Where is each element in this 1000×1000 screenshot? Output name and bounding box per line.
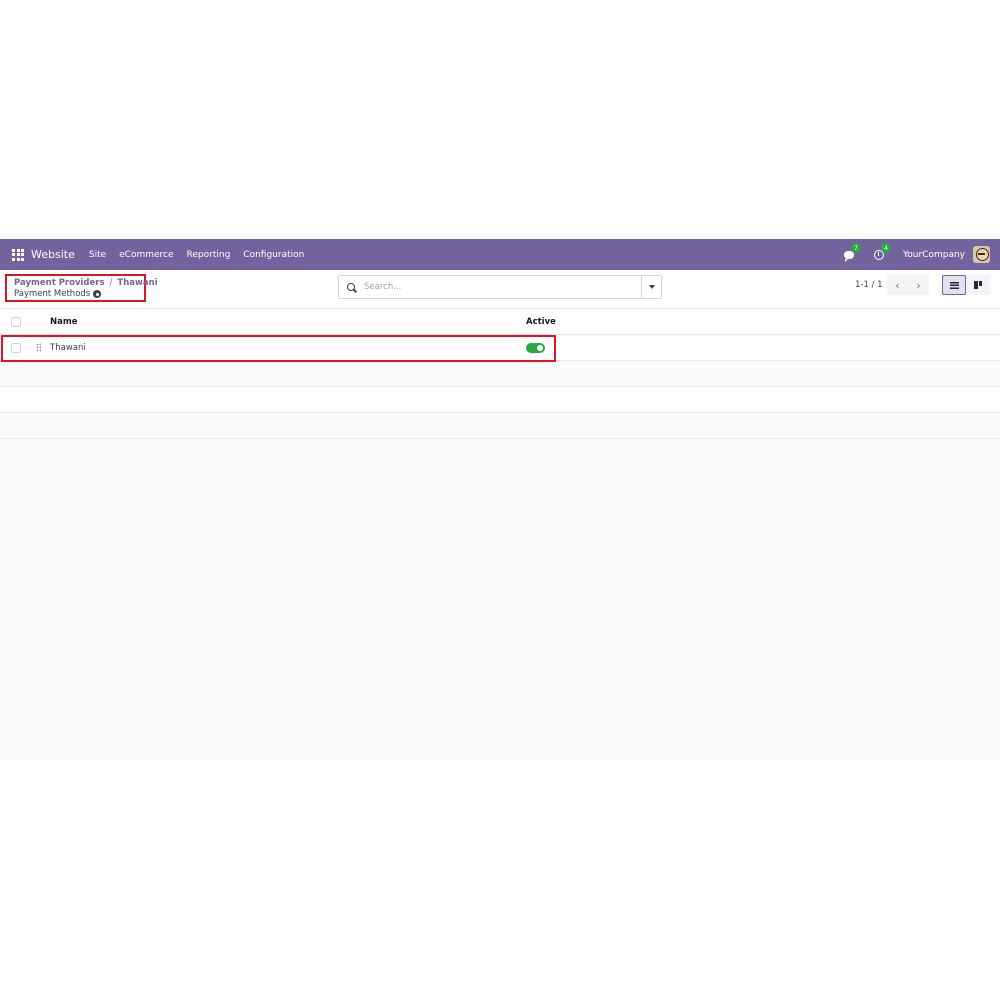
- page-title: Payment Methods: [14, 289, 137, 299]
- systray: 7 4 YourCompany: [843, 239, 990, 270]
- search-options-toggle[interactable]: [641, 276, 661, 298]
- caret-down-icon: [648, 285, 655, 289]
- breadcrumb-separator: /: [109, 278, 113, 288]
- kanban-view-button[interactable]: [966, 275, 990, 295]
- menu-item-ecommerce[interactable]: eCommerce: [119, 250, 173, 260]
- list-view: Name Active Thawani: [0, 309, 1000, 439]
- empty-row: [0, 413, 1000, 439]
- active-toggle[interactable]: [526, 343, 545, 353]
- empty-row: [0, 361, 1000, 387]
- page-title-text: Payment Methods: [14, 289, 91, 299]
- messages-badge: 7: [850, 242, 861, 253]
- search-icon: [347, 282, 356, 292]
- control-panel: Payment Providers / Thawani Payment Meth…: [0, 270, 1000, 309]
- list-view-button[interactable]: [942, 275, 966, 295]
- breadcrumb-item-thawani[interactable]: Thawani: [117, 278, 157, 288]
- kanban-icon: [974, 281, 982, 289]
- app-name[interactable]: Website: [31, 248, 75, 261]
- pager-value[interactable]: 1-1 / 1: [855, 280, 883, 290]
- drag-handle-icon[interactable]: [36, 343, 41, 352]
- activities-button[interactable]: 4: [873, 242, 891, 262]
- select-all-checkbox[interactable]: [11, 317, 21, 327]
- table-header: Name Active: [0, 309, 1000, 335]
- breadcrumb-highlight: Payment Providers / Thawani Payment Meth…: [5, 274, 158, 302]
- column-header-name[interactable]: Name: [50, 317, 77, 327]
- list-icon: [949, 281, 959, 289]
- pager-previous-button[interactable]: ‹: [887, 275, 908, 295]
- column-header-active[interactable]: Active: [526, 317, 556, 327]
- empty-row: [0, 387, 1000, 413]
- chevron-right-icon: ›: [916, 278, 921, 292]
- table-row[interactable]: Thawani: [0, 335, 1000, 361]
- menu-item-site[interactable]: Site: [89, 250, 106, 260]
- chevron-left-icon: ‹: [895, 278, 900, 292]
- activities-badge: 4: [880, 242, 891, 253]
- menu-item-configuration[interactable]: Configuration: [243, 250, 304, 260]
- pager-next-button[interactable]: ›: [908, 275, 929, 295]
- apps-menu-icon[interactable]: [12, 248, 24, 261]
- gear-icon[interactable]: [93, 290, 102, 298]
- company-switcher[interactable]: YourCompany: [903, 250, 965, 260]
- top-navbar: Website Site eCommerce Reporting Configu…: [0, 239, 1000, 270]
- row-name[interactable]: Thawani: [50, 343, 86, 353]
- user-avatar[interactable]: [973, 246, 990, 263]
- app-window: Website Site eCommerce Reporting Configu…: [0, 239, 1000, 760]
- breadcrumb-item-payment-providers[interactable]: Payment Providers: [14, 278, 105, 288]
- messages-button[interactable]: 7: [843, 242, 861, 262]
- search-bar: [338, 275, 662, 299]
- menu-item-reporting[interactable]: Reporting: [187, 250, 231, 260]
- row-checkbox[interactable]: [11, 343, 21, 353]
- breadcrumb: Payment Providers / Thawani: [14, 278, 158, 288]
- search-input[interactable]: [364, 282, 634, 292]
